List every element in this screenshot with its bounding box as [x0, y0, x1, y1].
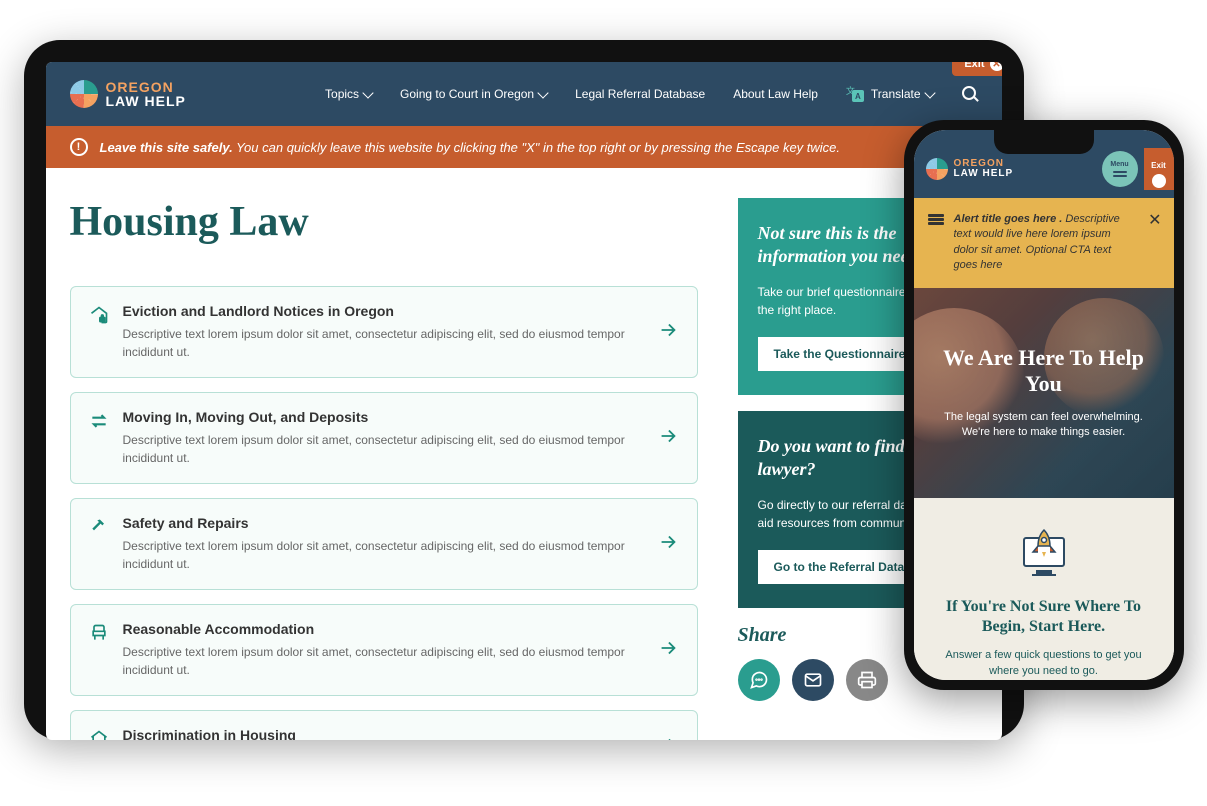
hero-title: We Are Here To Help You [934, 345, 1154, 398]
card-desc: Descriptive text lorem ipsum dolor sit a… [123, 325, 643, 361]
share-chat-button[interactable] [738, 659, 780, 701]
page-title: Housing Law [70, 198, 698, 246]
logo-icon [926, 158, 948, 180]
close-icon[interactable]: ✕ [1148, 210, 1161, 230]
card-title: Discrimination in Housing [123, 727, 643, 740]
hamburger-icon [1113, 171, 1127, 177]
card-title: Safety and Repairs [123, 515, 643, 531]
main-nav: Topics Going to Court in Oregon Legal Re… [325, 86, 977, 102]
house-icon [89, 729, 109, 740]
alert-icon: ! [70, 138, 88, 156]
phone-device: OREGONLAW HELP Menu Exit ✕ Alert title g… [904, 120, 1184, 690]
hero-body: The legal system can feel overwhelming. … [934, 410, 1154, 441]
close-icon: ✕ [990, 62, 1002, 71]
phone-cta-section: If You're Not Sure Where To Begin, Start… [914, 498, 1174, 680]
chevron-down-icon [537, 87, 548, 98]
arrow-right-icon [657, 531, 679, 558]
topic-card-eviction[interactable]: Eviction and Landlord Notices in Oregon D… [70, 286, 698, 378]
cta-title: If You're Not Sure Where To Begin, Start… [934, 597, 1154, 639]
card-desc: Descriptive text lorem ipsum dolor sit a… [123, 537, 643, 573]
arrow-right-icon [657, 319, 679, 346]
search-icon[interactable] [962, 86, 978, 102]
card-title: Moving In, Moving Out, and Deposits [123, 409, 643, 425]
alert-text: Leave this site safely. You can quickly … [100, 140, 841, 155]
close-icon: ✕ [1152, 174, 1166, 188]
page-content: Housing Law Eviction and Landlord Notice… [46, 168, 1002, 740]
topic-card-accommodation[interactable]: Reasonable Accommodation Descriptive text… [70, 604, 698, 696]
phone-exit-button[interactable]: Exit ✕ [1144, 148, 1174, 190]
phone-header: OREGONLAW HELP Menu Exit ✕ [914, 130, 1174, 198]
site-logo[interactable]: OREGON LAW HELP [70, 80, 186, 108]
share-email-button[interactable] [792, 659, 834, 701]
phone-logo[interactable]: OREGONLAW HELP [926, 158, 1014, 180]
topic-card-discrimination[interactable]: Discrimination in HousingDescriptive tex… [70, 710, 698, 740]
site-header: Exit ✕ OREGON LAW HELP Topics Going to C… [46, 62, 1002, 126]
tablet-screen: Exit ✕ OREGON LAW HELP Topics Going to C… [46, 62, 1002, 740]
main-column: Housing Law Eviction and Landlord Notice… [70, 198, 698, 740]
card-desc: Descriptive text lorem ipsum dolor sit a… [123, 431, 643, 467]
nav-topics[interactable]: Topics [325, 87, 372, 101]
translate-icon [846, 86, 864, 102]
arrow-right-icon [657, 637, 679, 664]
arrow-right-icon [657, 734, 679, 741]
logo-icon [70, 80, 98, 108]
arrow-right-icon [657, 425, 679, 452]
tablet-device: Exit ✕ OREGON LAW HELP Topics Going to C… [24, 40, 1024, 740]
exit-button[interactable]: Exit ✕ [952, 62, 1001, 76]
nav-about[interactable]: About Law Help [733, 87, 818, 101]
phone-hero: We Are Here To Help You The legal system… [914, 288, 1174, 498]
share-print-button[interactable] [846, 659, 888, 701]
cta-body: Answer a few quick questions to get you … [934, 648, 1154, 679]
chevron-down-icon [362, 87, 373, 98]
phone-screen: OREGONLAW HELP Menu Exit ✕ Alert title g… [914, 130, 1174, 680]
card-title: Eviction and Landlord Notices in Oregon [123, 303, 643, 319]
card-title: Reasonable Accommodation [123, 621, 643, 637]
rocket-icon [1014, 522, 1074, 578]
calendar-icon [928, 214, 944, 230]
nav-referral[interactable]: Legal Referral Database [575, 87, 705, 101]
topic-card-moving[interactable]: Moving In, Moving Out, and Deposits Descr… [70, 392, 698, 484]
transfer-icon [89, 411, 109, 436]
nav-translate[interactable]: Translate [846, 86, 934, 102]
exit-label: Exit [964, 62, 984, 70]
nav-court[interactable]: Going to Court in Oregon [400, 87, 547, 101]
safety-alert-banner: ! Leave this site safely. You can quickl… [46, 126, 1002, 168]
phone-alert-banner: Alert title goes here . Descriptive text… [914, 198, 1174, 288]
take-questionnaire-button[interactable]: Take the Questionnaire [758, 337, 922, 371]
topic-card-safety[interactable]: Safety and Repairs Descriptive text lorem… [70, 498, 698, 590]
chevron-down-icon [924, 87, 935, 98]
phone-alert-text: Alert title goes here . Descriptive text… [954, 212, 1138, 274]
logo-text: OREGON LAW HELP [106, 80, 186, 108]
hammer-icon [89, 517, 109, 542]
house-lock-icon [89, 305, 109, 330]
chair-icon [89, 623, 109, 648]
card-desc: Descriptive text lorem ipsum dolor sit a… [123, 643, 643, 679]
menu-button[interactable]: Menu [1102, 151, 1138, 187]
